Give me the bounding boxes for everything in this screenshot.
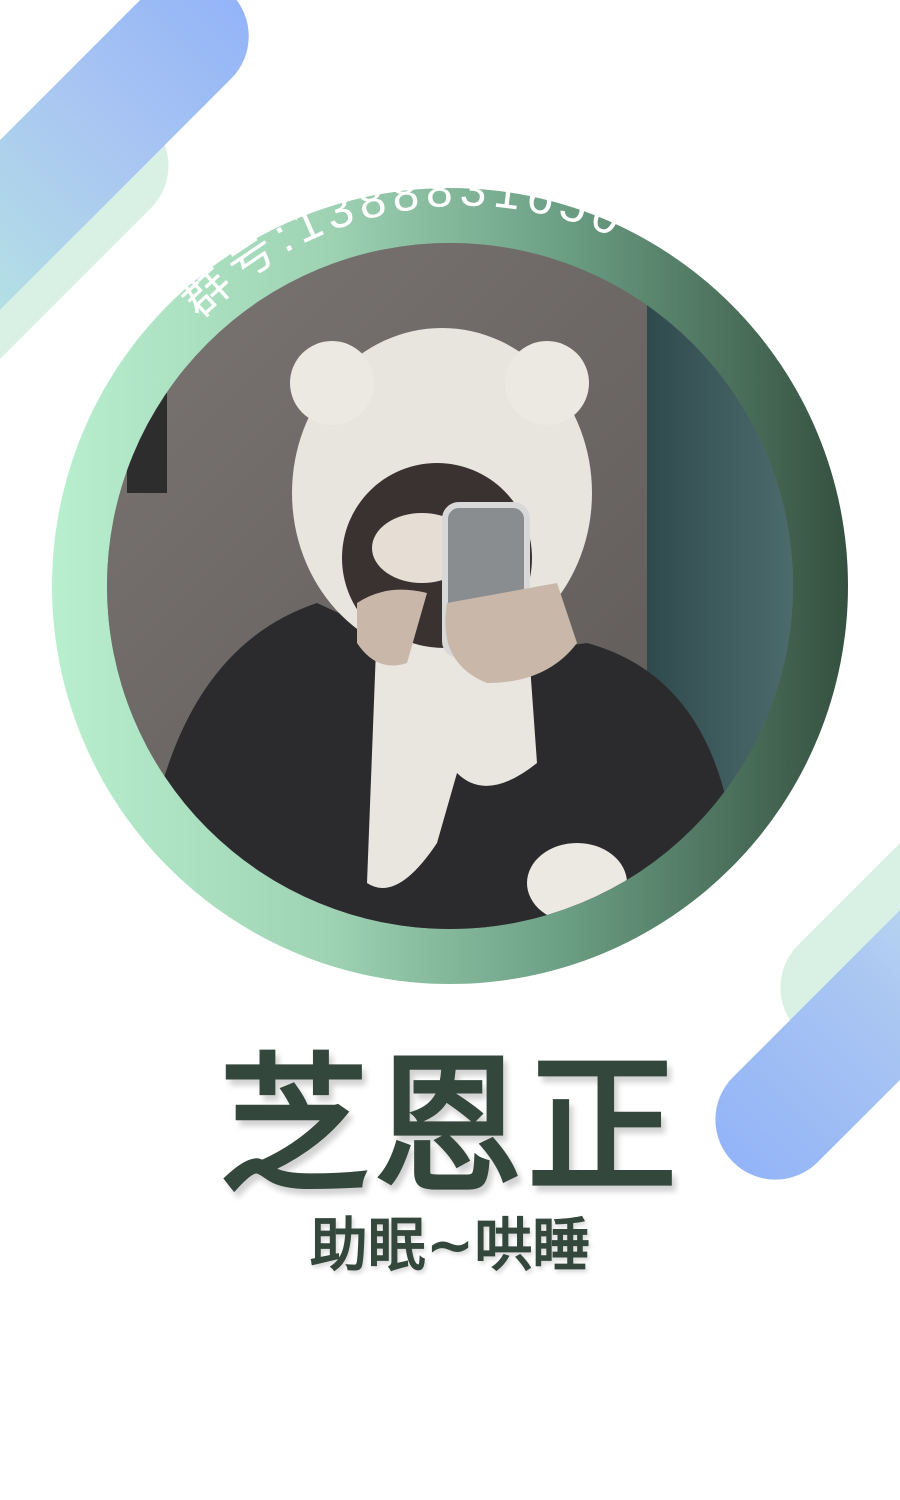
profile-tagline: 助眠~哄睡: [309, 1211, 591, 1279]
group-number-label: 群号:1388831650: [171, 163, 634, 327]
profile-name: 芝恩正: [218, 1040, 681, 1214]
